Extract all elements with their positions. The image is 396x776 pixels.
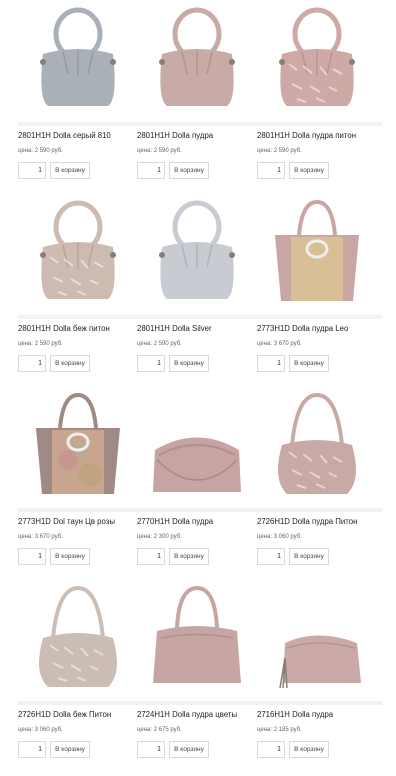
quantity-input[interactable]: [257, 355, 285, 372]
product-card: 2801H1H Dolla серый 810 цена: 2 590 руб. В…: [18, 4, 143, 197]
product-price: цена: 2 675 руб.: [137, 727, 182, 733]
quantity-input[interactable]: [137, 741, 165, 758]
product-price: цена: 3 670 руб.: [18, 534, 63, 540]
product-name[interactable]: 2801H1H Dolla пудра: [137, 122, 262, 146]
product-price: цена: 2 590 руб.: [137, 341, 182, 347]
quantity-input[interactable]: [18, 355, 46, 372]
add-to-cart-button[interactable]: В корзину: [169, 355, 209, 372]
product-image[interactable]: [257, 390, 377, 502]
add-to-cart-button[interactable]: В корзину: [50, 355, 90, 372]
product-price: цена: 2 590 руб.: [137, 148, 182, 154]
add-to-cart-button[interactable]: В корзину: [50, 741, 90, 758]
product-name[interactable]: 2770H1H Dolla пудра: [137, 508, 262, 532]
add-to-cart-button[interactable]: В корзину: [289, 548, 329, 565]
product-price: цена: 2 300 руб.: [137, 534, 182, 540]
product-image[interactable]: [18, 390, 138, 502]
quantity-input[interactable]: [18, 741, 46, 758]
add-to-cart-button[interactable]: В корзину: [169, 162, 209, 179]
product-grid: 2801H1H Dolla серый 810 цена: 2 590 руб. В…: [0, 0, 396, 772]
product-card: 2801H1H Dolla Silver цена: 2 590 руб. В ко…: [137, 197, 262, 390]
product-name[interactable]: 2801H1H Dolla Silver: [137, 315, 262, 339]
add-to-cart-button[interactable]: В корзину: [50, 548, 90, 565]
product-name[interactable]: 2726H1D Dolla беж Питон: [18, 701, 143, 725]
product-name[interactable]: 2773H1D Dol таун Цв розы: [18, 508, 143, 532]
product-price: цена: 2 590 руб.: [257, 148, 302, 154]
quantity-input[interactable]: [257, 548, 285, 565]
quantity-input[interactable]: [137, 548, 165, 565]
quantity-input[interactable]: [257, 741, 285, 758]
product-card: 2801H1H Dolla пудра цена: 2 590 руб. В кор…: [137, 4, 262, 197]
product-name[interactable]: 2801H1H Dolla пудра питон: [257, 122, 382, 146]
product-name[interactable]: 2801H1H Dolla серый 810: [18, 122, 143, 146]
product-name[interactable]: 2801H1H Dolla беж питон: [18, 315, 143, 339]
product-card: 2716H1H Dolla пудра цена: 2 185 руб. В кор…: [257, 583, 382, 776]
add-to-cart-button[interactable]: В корзину: [289, 355, 329, 372]
quantity-input[interactable]: [257, 162, 285, 179]
product-card: 2801H1H Dolla пудра питон цена: 2 590 руб…: [257, 4, 382, 197]
product-image[interactable]: [137, 583, 257, 695]
product-card: 2801H1H Dolla беж питон цена: 2 590 руб. В…: [18, 197, 143, 390]
product-card: 2773H1D Dol таун Цв розы цена: 3 670 руб.…: [18, 390, 143, 583]
product-price: цена: 3 670 руб.: [257, 341, 302, 347]
product-name[interactable]: 2773H1D Dolla пудра Leo: [257, 315, 382, 339]
product-image[interactable]: [137, 197, 257, 309]
product-card: 2773H1D Dolla пудра Leo цена: 3 670 руб. В…: [257, 197, 382, 390]
product-price: цена: 2 590 руб.: [18, 148, 63, 154]
product-card: 2726H1D Dolla беж Питон цена: 3 060 руб. В…: [18, 583, 143, 776]
add-to-cart-button[interactable]: В корзину: [289, 162, 329, 179]
add-to-cart-button[interactable]: В корзину: [169, 548, 209, 565]
quantity-input[interactable]: [137, 162, 165, 179]
product-price: цена: 2 185 руб.: [257, 727, 302, 733]
quantity-input[interactable]: [137, 355, 165, 372]
product-image[interactable]: [137, 390, 257, 502]
product-image[interactable]: [257, 583, 377, 695]
product-card: 2724H1H Dolla пудра цветы цена: 2 675 руб…: [137, 583, 262, 776]
product-image[interactable]: [18, 197, 138, 309]
product-card: 2770H1H Dolla пудра цена: 2 300 руб. В кор…: [137, 390, 262, 583]
product-name[interactable]: 2726H1D Dolla пудра Питон: [257, 508, 382, 532]
product-name[interactable]: 2716H1H Dolla пудра: [257, 701, 382, 725]
quantity-input[interactable]: [18, 548, 46, 565]
product-image[interactable]: [18, 4, 138, 116]
product-price: цена: 3 060 руб.: [18, 727, 63, 733]
product-image[interactable]: [257, 4, 377, 116]
product-image[interactable]: [257, 197, 377, 309]
product-price: цена: 3 060 руб.: [257, 534, 302, 540]
add-to-cart-button[interactable]: В корзину: [169, 741, 209, 758]
product-name[interactable]: 2724H1H Dolla пудра цветы: [137, 701, 262, 725]
add-to-cart-button[interactable]: В корзину: [289, 741, 329, 758]
add-to-cart-button[interactable]: В корзину: [50, 162, 90, 179]
quantity-input[interactable]: [18, 162, 46, 179]
product-image[interactable]: [137, 4, 257, 116]
product-price: цена: 2 590 руб.: [18, 341, 63, 347]
product-image[interactable]: [18, 583, 138, 695]
product-card: 2726H1D Dolla пудра Питон цена: 3 060 руб…: [257, 390, 382, 583]
